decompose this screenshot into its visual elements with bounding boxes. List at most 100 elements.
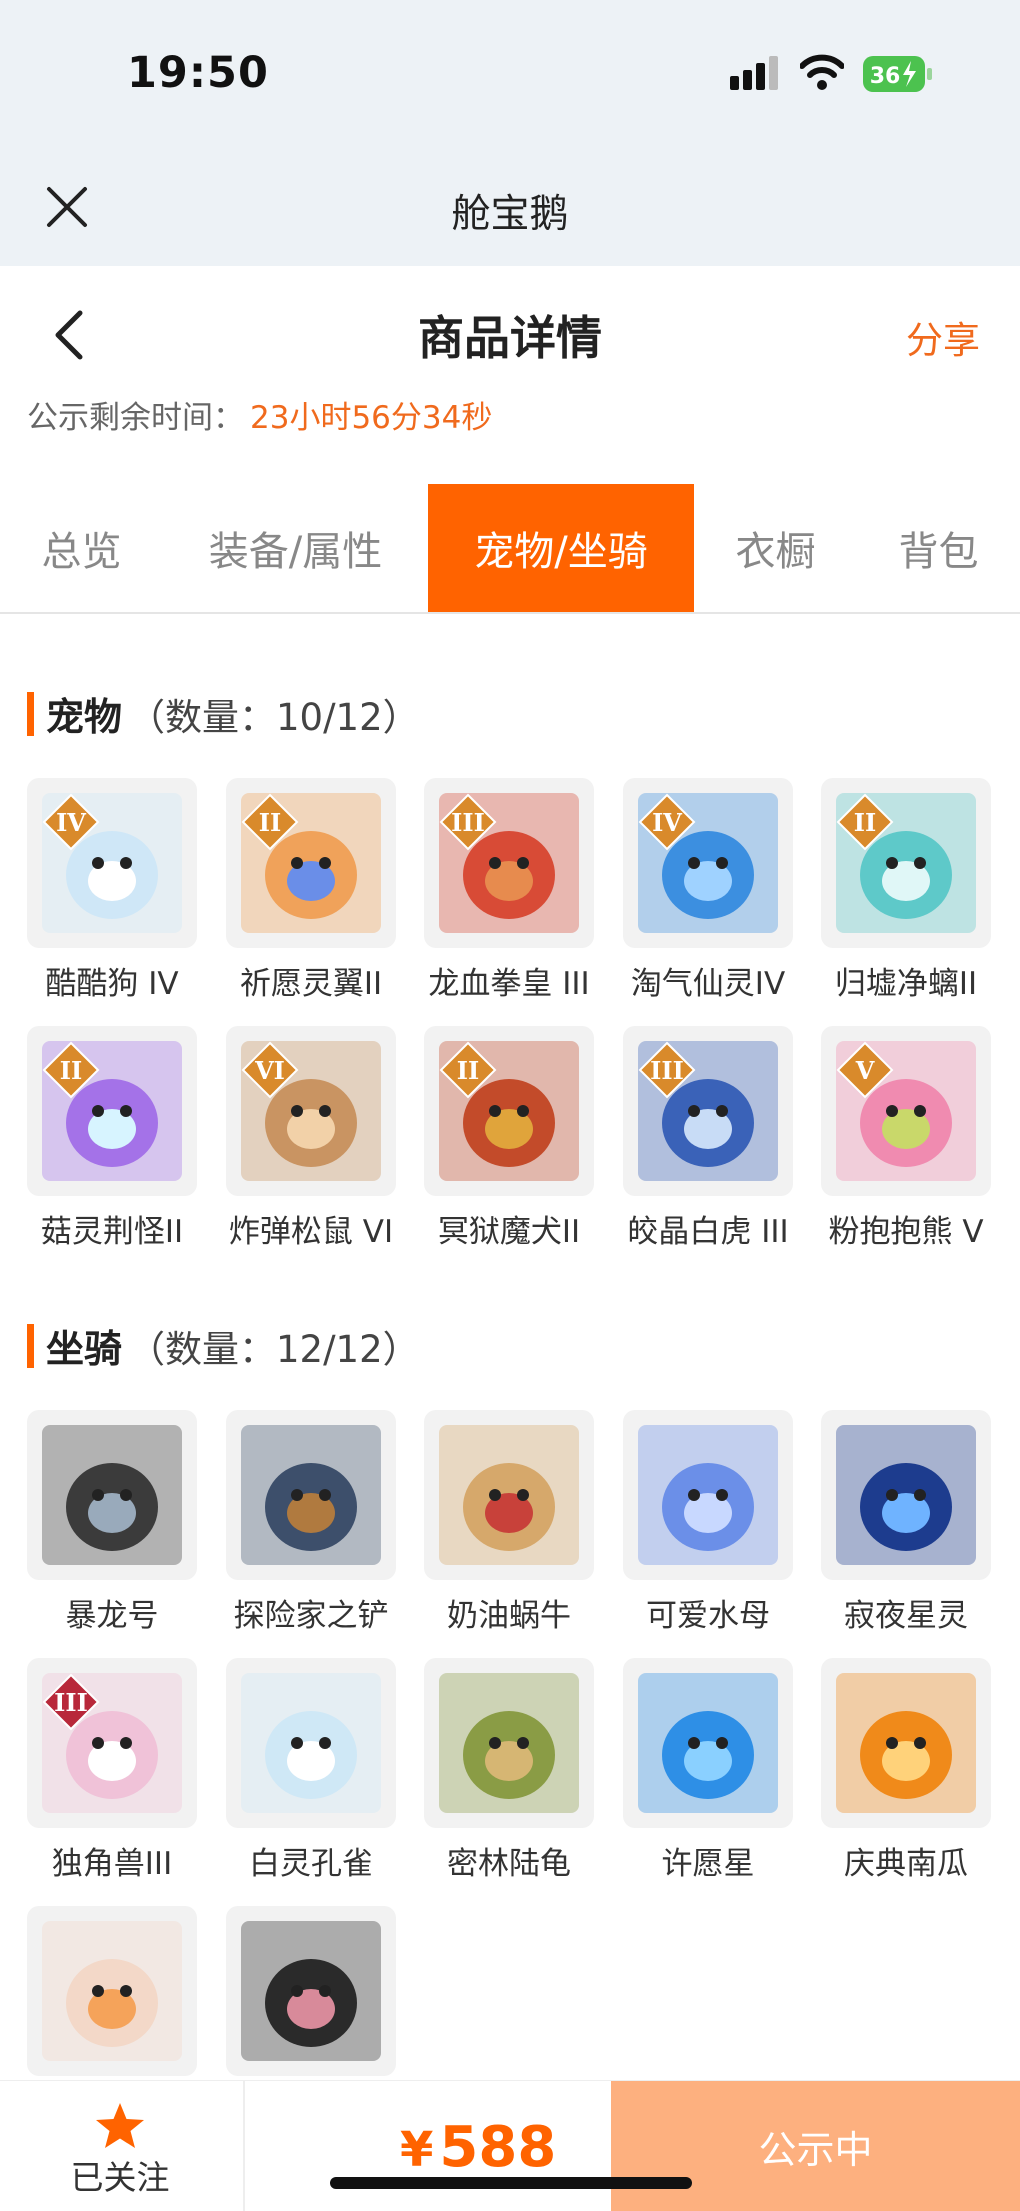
item-thumbnail — [226, 1658, 396, 1828]
creature-image — [439, 1673, 579, 1813]
section-count: （数量：12/12） — [128, 1327, 420, 1371]
item-name: 皎晶白虎 III — [627, 1214, 789, 1250]
rank-badge: IV — [42, 793, 100, 851]
follow-label: 已关注 — [70, 2158, 170, 2197]
tab-backpack[interactable]: 背包 — [857, 484, 1020, 612]
item-name: 许愿星 — [661, 1846, 755, 1882]
rank-badge-text: II — [457, 1056, 479, 1085]
tab-pets-mounts[interactable]: 宠物/坐骑 — [428, 484, 694, 612]
home-indicator — [330, 2177, 692, 2189]
pet-item[interactable]: VI 炸弹松鼠 VI — [226, 1026, 396, 1256]
rank-badge: III — [439, 793, 497, 851]
rank-badge-text: II — [259, 808, 281, 837]
item-thumbnail: IV — [623, 778, 793, 948]
item-thumbnail: VI — [226, 1026, 396, 1196]
item-thumbnail: II — [27, 1026, 197, 1196]
creature-image — [439, 1425, 579, 1565]
cellular-signal-icon — [730, 56, 778, 90]
item-thumbnail — [27, 1410, 197, 1580]
creature-image — [241, 1673, 381, 1813]
mount-item[interactable]: 庆典南瓜 — [821, 1658, 991, 1888]
rank-badge: II — [42, 1041, 100, 1099]
mount-item[interactable]: 探险家之铲 — [226, 1410, 396, 1640]
pet-item[interactable]: II 菇灵荆怪II — [27, 1026, 197, 1256]
rank-badge: V — [836, 1041, 894, 1099]
item-thumbnail — [226, 1410, 396, 1580]
mount-item[interactable]: 奶油蜗牛 — [424, 1410, 594, 1640]
rank-badge: II — [241, 793, 299, 851]
mount-item[interactable]: 许愿星 — [623, 1658, 793, 1888]
countdown-label: 公示剩余时间： — [27, 400, 244, 436]
pet-item[interactable]: IV 淘气仙灵IV — [623, 778, 793, 1008]
item-name: 庆典南瓜 — [844, 1846, 968, 1882]
item-name: 暴龙号 — [65, 1598, 159, 1634]
mount-item[interactable]: 可爱水母 — [623, 1410, 793, 1640]
tab-overview[interactable]: 总览 — [0, 484, 163, 612]
price: ¥588 — [400, 2115, 556, 2180]
mounts-section-heading: 坐骑 （数量：12/12） — [27, 1318, 420, 1373]
item-name: 冥狱魔犬II — [437, 1214, 581, 1250]
mount-item[interactable]: 白灵孔雀 — [226, 1658, 396, 1888]
item-name: 粉抱抱熊 V — [828, 1214, 984, 1250]
publicity-countdown: 公示剩余时间： 23小时56分34秒 — [27, 392, 492, 437]
rank-badge: II — [439, 1041, 497, 1099]
creature-image — [836, 1425, 976, 1565]
item-thumbnail: III — [424, 778, 594, 948]
pet-item[interactable]: II 冥狱魔犬II — [424, 1026, 594, 1256]
svg-text:36: 36 — [870, 64, 901, 89]
pet-item[interactable]: II 祈愿灵翼II — [226, 778, 396, 1008]
star-icon — [96, 2103, 144, 2148]
mount-item[interactable]: 寂夜星灵 — [821, 1410, 991, 1640]
rank-badge-text: VI — [254, 1056, 285, 1085]
section-accent-bar — [27, 691, 34, 736]
rank-badge-text: III — [650, 1056, 684, 1085]
item-name: 奶油蜗牛 — [447, 1598, 571, 1634]
creature-image — [241, 1425, 381, 1565]
item-name: 龙血拳皇 III — [428, 966, 590, 1002]
item-thumbnail — [424, 1410, 594, 1580]
creature-image — [42, 1425, 182, 1565]
item-thumbnail: V — [821, 1026, 991, 1196]
rank-badge-text: V — [855, 1056, 875, 1085]
tab-wardrobe[interactable]: 衣橱 — [694, 484, 857, 612]
item-name: 菇灵荆怪II — [40, 1214, 184, 1250]
pet-item[interactable]: IV 酷酷狗 IV — [27, 778, 197, 1008]
item-thumbnail — [424, 1658, 594, 1828]
section-count: （数量：10/12） — [128, 695, 420, 739]
share-button[interactable]: 分享 — [906, 310, 980, 364]
rank-badge-text: IV — [56, 808, 86, 837]
follow-button[interactable]: 已关注 — [40, 2101, 200, 2201]
rank-badge-text: III — [54, 1688, 88, 1717]
status-time: 19:50 — [127, 48, 269, 98]
rank-badge: II — [836, 793, 894, 851]
item-name: 白灵孔雀 — [249, 1846, 373, 1882]
section-accent-bar — [27, 1323, 34, 1368]
rank-badge: III — [638, 1041, 696, 1099]
item-name: 独角兽III — [51, 1846, 173, 1882]
item-name: 祈愿灵翼II — [239, 966, 383, 1002]
item-name: 可爱水母 — [646, 1598, 770, 1634]
pet-item[interactable]: III 皎晶白虎 III — [623, 1026, 793, 1256]
app-title: 舱宝鹅 — [451, 192, 569, 237]
pet-item[interactable]: V 粉抱抱熊 V — [821, 1026, 991, 1256]
rank-badge: IV — [638, 793, 696, 851]
publicity-status-button[interactable]: 公示中 — [611, 2081, 1020, 2211]
page-title: 商品详情 — [418, 311, 602, 365]
pet-item[interactable]: II 归墟净螭II — [821, 778, 991, 1008]
currency-symbol: ¥ — [400, 2122, 434, 2178]
item-thumbnail: II — [226, 778, 396, 948]
wifi-icon — [800, 54, 844, 90]
item-thumbnail — [27, 1906, 197, 2076]
pet-item[interactable]: III 龙血拳皇 III — [424, 778, 594, 1008]
item-name: 淘气仙灵IV — [630, 966, 786, 1002]
battery-icon: 36 — [863, 56, 932, 92]
mount-item[interactable]: 暴龙号 — [27, 1410, 197, 1640]
item-name: 炸弹松鼠 VI — [228, 1214, 394, 1250]
mount-item[interactable]: 密林陆龟 — [424, 1658, 594, 1888]
tab-equipment-attributes[interactable]: 装备/属性 — [163, 484, 428, 612]
countdown-value: 23小时56分34秒 — [250, 400, 493, 436]
item-thumbnail — [821, 1410, 991, 1580]
item-name: 探险家之铲 — [233, 1598, 389, 1634]
mount-item[interactable]: III 独角兽III — [27, 1658, 197, 1888]
rank-badge-text: II — [854, 808, 876, 837]
